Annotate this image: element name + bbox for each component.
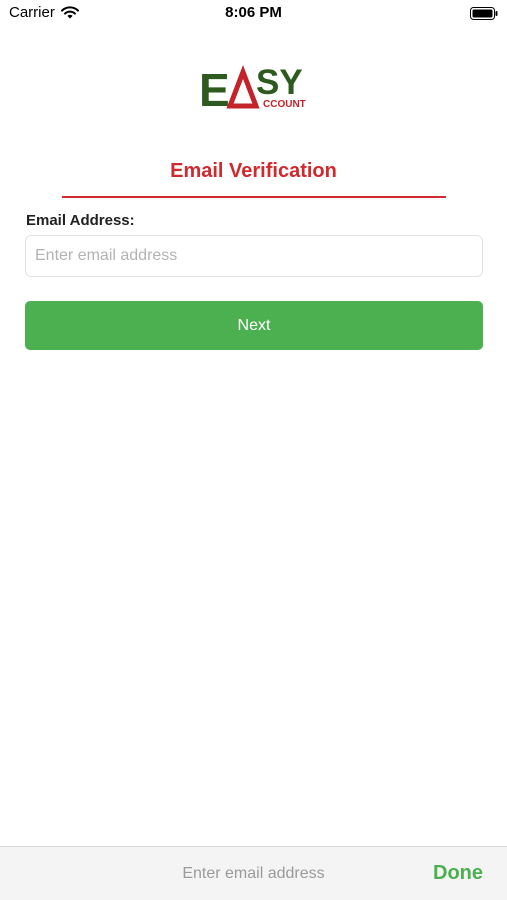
email-label: Email Address: [26,212,135,229]
app-logo: E SY CCOUNT [199,60,311,110]
logo-delta-icon [226,64,260,109]
email-input[interactable] [25,235,483,277]
status-bar: Carrier 8:06 PM [0,0,507,28]
page-title: Email Verification [170,160,337,182]
title-underline [62,196,446,198]
logo-letters-sy: SY [256,63,303,102]
logo-subtext: CCOUNT [263,99,306,110]
keyboard-accessory-bar: Enter email address Done [0,846,507,900]
logo-letter-e: E [199,64,230,110]
status-time: 8:06 PM [225,4,282,21]
next-button[interactable]: Next [25,301,483,350]
accessory-hint: Enter email address [182,865,325,882]
battery-icon [470,7,498,20]
done-button[interactable]: Done [433,862,483,885]
